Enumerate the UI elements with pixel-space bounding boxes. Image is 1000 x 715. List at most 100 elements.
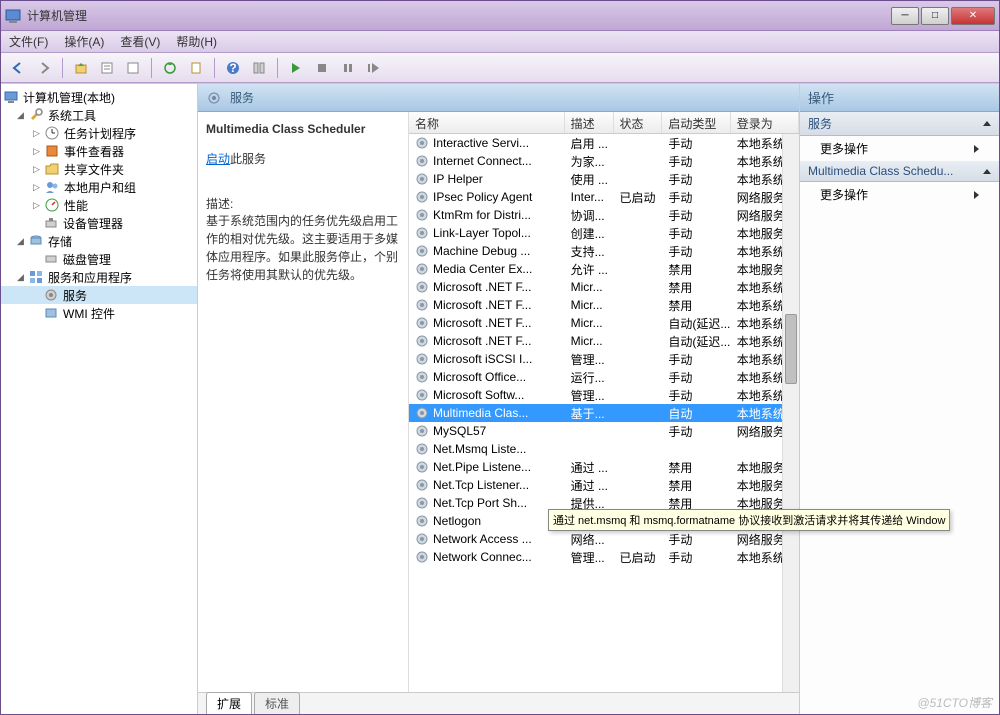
- app-icon: [5, 8, 21, 24]
- tree-perf[interactable]: ▷性能: [1, 196, 197, 214]
- twisty-icon[interactable]: ▷: [31, 146, 42, 157]
- tree-svcapps[interactable]: ◢服务和应用程序: [1, 268, 197, 286]
- twisty-icon[interactable]: ▷: [31, 128, 42, 139]
- arrow-right-icon: [974, 191, 979, 199]
- action-more-2[interactable]: 更多操作: [800, 182, 999, 207]
- menubar: 文件(F) 操作(A) 查看(V) 帮助(H): [1, 31, 999, 53]
- service-row[interactable]: Microsoft Office...运行...手动本地系统: [409, 368, 799, 386]
- service-row[interactable]: Microsoft .NET F...Micr...禁用本地系统: [409, 296, 799, 314]
- services-header: 服务: [198, 84, 799, 112]
- service-row[interactable]: Microsoft .NET F...Micr...自动(延迟...本地系统: [409, 332, 799, 350]
- menu-action[interactable]: 操作(A): [64, 33, 104, 50]
- service-row[interactable]: Interactive Servi...启用 ...手动本地系统: [409, 134, 799, 152]
- start-service-button[interactable]: [285, 57, 307, 79]
- tree-services[interactable]: 服务: [1, 286, 197, 304]
- service-row[interactable]: Multimedia Clas...基于...自动本地系统: [409, 404, 799, 422]
- up-button[interactable]: [70, 57, 92, 79]
- tree-eventviewer[interactable]: ▷事件查看器: [1, 142, 197, 160]
- tree-diskmgr[interactable]: 磁盘管理: [1, 250, 197, 268]
- service-row[interactable]: Network Access ...网络...手动网络服务: [409, 530, 799, 548]
- service-row[interactable]: Net.Pipe Listene...通过 ...禁用本地服务: [409, 458, 799, 476]
- properties-button[interactable]: [96, 57, 118, 79]
- scroll-thumb[interactable]: [785, 314, 797, 384]
- service-row[interactable]: Net.Msmq Liste...: [409, 440, 799, 458]
- disk-icon: [43, 251, 59, 267]
- service-row[interactable]: Microsoft .NET F...Micr...自动(延迟...本地系统: [409, 314, 799, 332]
- select-columns-button[interactable]: [248, 57, 270, 79]
- users-icon: [44, 179, 60, 195]
- restart-service-button[interactable]: [363, 57, 385, 79]
- service-row[interactable]: IPsec Policy AgentInter...已启动手动网络服务: [409, 188, 799, 206]
- export-button[interactable]: [122, 57, 144, 79]
- twisty-icon[interactable]: ▷: [31, 164, 42, 175]
- folder-icon: [44, 161, 60, 177]
- tools-icon: [28, 107, 44, 123]
- clock-icon: [44, 125, 60, 141]
- service-row[interactable]: Network Connec...管理...已启动手动本地系统: [409, 548, 799, 566]
- start-service-link[interactable]: 启动: [206, 152, 230, 166]
- tree-users[interactable]: ▷本地用户和组: [1, 178, 197, 196]
- action-section-services[interactable]: 服务: [800, 112, 999, 136]
- maximize-button[interactable]: □: [921, 7, 949, 25]
- service-row[interactable]: MySQL57手动网络服务: [409, 422, 799, 440]
- col-logon[interactable]: 登录为: [731, 112, 799, 133]
- nav-tree[interactable]: 计算机管理(本地) ◢系统工具 ▷任务计划程序 ▷事件查看器 ▷共享文件夹 ▷本…: [1, 84, 198, 714]
- service-row[interactable]: KtmRm for Distri...协调...手动网络服务: [409, 206, 799, 224]
- tree-tasksched[interactable]: ▷任务计划程序: [1, 124, 197, 142]
- service-row[interactable]: Internet Connect...为家...手动本地系统: [409, 152, 799, 170]
- menu-file[interactable]: 文件(F): [9, 33, 48, 50]
- pause-service-button[interactable]: [337, 57, 359, 79]
- menu-help[interactable]: 帮助(H): [176, 33, 217, 50]
- col-status[interactable]: 状态: [614, 112, 663, 133]
- stop-service-button[interactable]: [311, 57, 333, 79]
- twisty-icon[interactable]: ◢: [15, 236, 26, 247]
- toolbar: ?: [1, 53, 999, 83]
- tree-shared[interactable]: ▷共享文件夹: [1, 160, 197, 178]
- action-more-1[interactable]: 更多操作: [800, 136, 999, 161]
- col-desc[interactable]: 描述: [565, 112, 614, 133]
- tab-standard[interactable]: 标准: [254, 692, 300, 714]
- tree-root[interactable]: 计算机管理(本地): [1, 88, 197, 106]
- service-row[interactable]: IP Helper使用 ...手动本地系统: [409, 170, 799, 188]
- service-row[interactable]: Microsoft iSCSI I...管理...手动本地系统: [409, 350, 799, 368]
- action-section-selected[interactable]: Multimedia Class Schedu...: [800, 161, 999, 182]
- main-window: 计算机管理 ─ □ ✕ 文件(F) 操作(A) 查看(V) 帮助(H) ? 计算: [0, 0, 1000, 715]
- service-row[interactable]: Machine Debug ...支持...手动本地系统: [409, 242, 799, 260]
- storage-icon: [28, 233, 44, 249]
- help-button[interactable]: ?: [222, 57, 244, 79]
- close-button[interactable]: ✕: [951, 7, 995, 25]
- minimize-button[interactable]: ─: [891, 7, 919, 25]
- tab-extended[interactable]: 扩展: [206, 692, 252, 714]
- titlebar[interactable]: 计算机管理 ─ □ ✕: [1, 1, 999, 31]
- col-name[interactable]: 名称: [409, 112, 565, 133]
- service-row[interactable]: Link-Layer Topol...创建...手动本地服务: [409, 224, 799, 242]
- service-row[interactable]: Microsoft Softw...管理...手动本地系统: [409, 386, 799, 404]
- back-button[interactable]: [7, 57, 29, 79]
- service-row[interactable]: Microsoft .NET F...Micr...禁用本地系统: [409, 278, 799, 296]
- service-row[interactable]: Media Center Ex...允许 ...禁用本地服务: [409, 260, 799, 278]
- twisty-icon[interactable]: ▷: [31, 182, 42, 193]
- col-start[interactable]: 启动类型: [662, 112, 730, 133]
- gear-icon: [206, 90, 222, 106]
- tree-devmgr[interactable]: 设备管理器: [1, 214, 197, 232]
- refresh-button[interactable]: [159, 57, 181, 79]
- service-row[interactable]: Net.Tcp Listener...通过 ...禁用本地服务: [409, 476, 799, 494]
- tree-wmi[interactable]: WMI 控件: [1, 304, 197, 322]
- device-icon: [43, 215, 59, 231]
- scrollbar[interactable]: [782, 134, 799, 692]
- forward-button[interactable]: [33, 57, 55, 79]
- service-rows[interactable]: Interactive Servi...启用 ...手动本地系统Internet…: [409, 134, 799, 692]
- arrow-right-icon: [974, 145, 979, 153]
- middle-pane: 服务 Multimedia Class Scheduler 启动此服务 描述: …: [198, 84, 799, 714]
- export-list-button[interactable]: [185, 57, 207, 79]
- tree-systools[interactable]: ◢系统工具: [1, 106, 197, 124]
- twisty-icon[interactable]: ▷: [31, 200, 42, 211]
- collapse-icon: [983, 169, 991, 174]
- menu-view[interactable]: 查看(V): [120, 33, 160, 50]
- window-title: 计算机管理: [27, 7, 891, 24]
- desc-label: 描述:: [206, 195, 400, 212]
- selected-service-name: Multimedia Class Scheduler: [206, 122, 365, 136]
- twisty-icon[interactable]: ◢: [15, 272, 26, 283]
- twisty-icon[interactable]: ◢: [15, 110, 26, 121]
- tree-storage[interactable]: ◢存储: [1, 232, 197, 250]
